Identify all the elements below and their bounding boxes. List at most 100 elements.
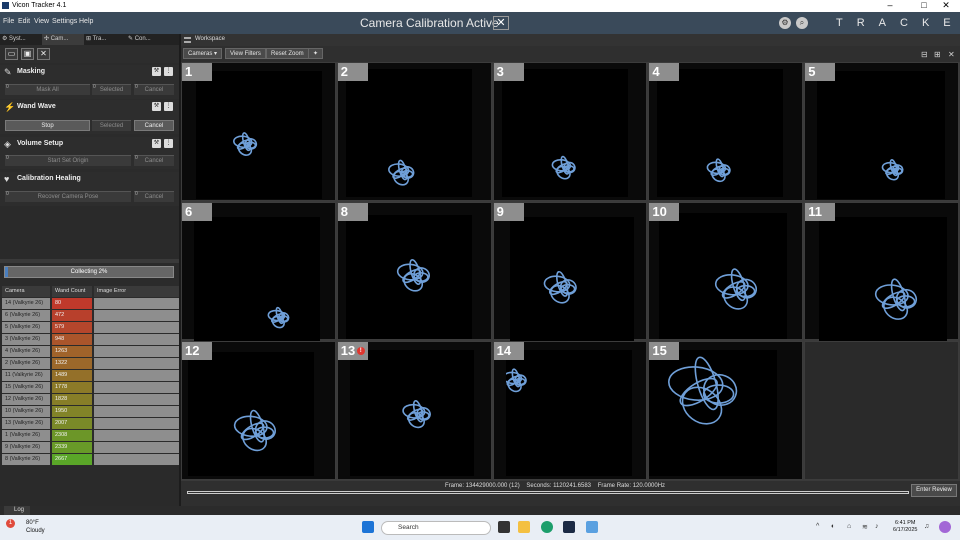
wand-count-cell: 2308 — [52, 430, 92, 441]
tray-app-icon[interactable]: ◐ — [831, 523, 835, 530]
app-icon-extra[interactable] — [586, 521, 598, 533]
camera-view-11[interactable]: 11 — [804, 201, 959, 341]
pin-icon[interactable]: ✦ — [308, 48, 324, 59]
menu-help[interactable]: Help — [79, 18, 93, 25]
recover-camera-pose-button[interactable]: 0 Recover Camera Pose — [5, 191, 131, 202]
taskbar-search[interactable]: Search — [381, 521, 491, 535]
header-camera[interactable]: Camera — [2, 286, 50, 297]
table-row[interactable]: 6 (Valkyrie 26) 472 — [0, 310, 180, 322]
wand-count-cell: 1489 — [52, 370, 92, 381]
menu-settings[interactable]: Settings — [52, 18, 77, 25]
table-row[interactable]: 10 (Valkyrie 26) 1950 — [0, 406, 180, 418]
camera-view-3[interactable]: 3 — [492, 62, 648, 201]
camera-view-14[interactable]: 14 — [492, 341, 648, 480]
open-folder-icon[interactable]: ▭ — [5, 48, 18, 60]
camera-view-8[interactable]: 8 — [336, 201, 492, 341]
table-row[interactable]: 14 (Valkyrie 26) 80 — [0, 298, 180, 310]
save-icon[interactable]: ▣ — [21, 48, 34, 60]
close-window-button[interactable]: ✕ — [932, 0, 960, 12]
mask-selected-button[interactable]: 0 Selected — [92, 84, 131, 95]
wand-cancel-button[interactable]: Cancel — [134, 120, 174, 131]
table-row[interactable]: 8 (Valkyrie 26) 2667 — [0, 454, 180, 466]
panel-splitter[interactable] — [0, 259, 180, 263]
task-view-icon[interactable] — [498, 521, 510, 533]
healing-cancel-button[interactable]: 0 Cancel — [134, 191, 174, 202]
camera-number: 5 — [808, 64, 816, 79]
header-image-error[interactable]: Image Error — [94, 286, 179, 297]
search-zoom-icon[interactable]: ⌕ — [796, 17, 808, 29]
weather-widget[interactable]: 1 80°F Cloudy — [6, 519, 45, 534]
edge-browser-icon[interactable] — [541, 521, 553, 533]
camera-view-5[interactable]: 5 — [804, 62, 959, 201]
camera-view-12[interactable]: 12 — [181, 341, 336, 480]
header-wand-count[interactable]: Wand Count — [52, 286, 92, 297]
log-tab[interactable]: Log — [4, 506, 30, 515]
mask-cancel-button[interactable]: 0 Cancel — [134, 84, 174, 95]
close-view-icon[interactable]: ✕ — [948, 50, 955, 59]
table-row[interactable]: 1 (Valkyrie 26) 2308 — [0, 430, 180, 442]
volume-icon[interactable]: ♪ — [875, 523, 879, 530]
camera-view-1[interactable]: 1 — [181, 62, 336, 201]
wand-stop-button[interactable]: Stop — [5, 120, 90, 131]
camera-view-15[interactable]: 15 — [648, 341, 804, 480]
network-icon[interactable]: ⌂ — [847, 523, 851, 530]
timeline-bar[interactable] — [187, 491, 909, 494]
table-row[interactable]: 2 (Valkyrie 26) 1322 — [0, 358, 180, 370]
tab-camera[interactable]: ✣ Cam... — [42, 34, 84, 45]
image-error-cell — [94, 298, 179, 309]
layout-single-icon[interactable]: ⊟ — [921, 50, 928, 59]
menu-icon[interactable]: ⋮ — [164, 139, 173, 148]
table-row[interactable]: 11 (Valkyrie 26) 1489 — [0, 370, 180, 382]
vicon-tracker-icon[interactable] — [563, 521, 575, 533]
table-row[interactable]: 5 (Valkyrie 26) 579 — [0, 322, 180, 334]
copilot-icon[interactable] — [939, 521, 951, 533]
bell-icon[interactable]: ♫ — [924, 523, 929, 530]
menu-view[interactable]: View — [34, 18, 49, 25]
stop-calibration-close-icon[interactable]: ✕ — [493, 16, 509, 30]
camera-image — [819, 216, 948, 341]
wand-selected-button[interactable]: Selected — [92, 120, 131, 131]
wifi-icon[interactable]: ≋ — [862, 523, 868, 531]
settings-gear-icon[interactable]: ⚙ — [779, 17, 791, 29]
reset-zoom-button[interactable]: Reset Zoom — [266, 48, 309, 59]
volume-cancel-button[interactable]: 0 Cancel — [134, 155, 174, 166]
mask-all-button[interactable]: 0 Mask All — [5, 84, 90, 95]
table-row[interactable]: 4 (Valkyrie 26) 1263 — [0, 346, 180, 358]
menu-file[interactable]: File — [3, 18, 14, 25]
table-row[interactable]: 3 (Valkyrie 26) 948 — [0, 334, 180, 346]
camera-cell: 2 (Valkyrie 26) — [2, 358, 50, 369]
camera-view-6[interactable]: 6 — [181, 201, 336, 341]
table-row[interactable]: 9 (Valkyrie 26) 2339 — [0, 442, 180, 454]
wrench-icon[interactable]: ⚒ — [152, 67, 161, 76]
layout-split-icon[interactable]: ⊞ — [934, 50, 941, 59]
tab-tracking[interactable]: ⊞ Tra... — [84, 34, 126, 45]
menu-icon[interactable]: ⋮ — [164, 67, 173, 76]
file-explorer-icon[interactable] — [518, 521, 530, 533]
camera-view-9[interactable]: 9 — [492, 201, 648, 341]
cameras-dropdown[interactable]: Cameras ▾ — [183, 48, 223, 59]
start-set-origin-button[interactable]: 0 Start Set Origin — [5, 155, 131, 166]
tab-connectivity[interactable]: ✎ Con... — [126, 34, 180, 45]
tray-chevron-icon[interactable]: ^ — [816, 523, 819, 530]
wrench-icon[interactable]: ⚒ — [152, 139, 161, 148]
camera-number: 6 — [185, 203, 193, 219]
camera-view-13[interactable]: 13! — [336, 341, 492, 480]
error-icon: ! — [356, 347, 365, 356]
minimize-button[interactable]: – — [876, 0, 904, 12]
wrench-icon[interactable]: ⚒ — [152, 102, 161, 111]
table-row[interactable]: 15 (Valkyrie 26) 1778 — [0, 382, 180, 394]
table-row[interactable]: 12 (Valkyrie 26) 1828 — [0, 394, 180, 406]
camera-view-4[interactable]: 4 — [648, 62, 804, 201]
enter-review-button[interactable]: Enter Review — [911, 484, 957, 497]
drag-grip-icon[interactable] — [184, 37, 191, 43]
taskbar-clock[interactable]: 6:41 PM 6/17/2025 — [893, 520, 917, 534]
view-filters-button[interactable]: View Filters — [225, 48, 266, 59]
windows-start-icon[interactable] — [362, 521, 374, 533]
menu-icon[interactable]: ⋮ — [164, 102, 173, 111]
camera-view-2[interactable]: 2 — [336, 62, 492, 201]
close-icon[interactable]: ✕ — [37, 48, 50, 60]
menu-edit[interactable]: Edit — [18, 18, 30, 25]
camera-view-10[interactable]: 10 — [648, 201, 804, 341]
tab-system[interactable]: ⚙ Syst... — [0, 34, 42, 45]
table-row[interactable]: 13 (Valkyrie 26) 2007 — [0, 418, 180, 430]
